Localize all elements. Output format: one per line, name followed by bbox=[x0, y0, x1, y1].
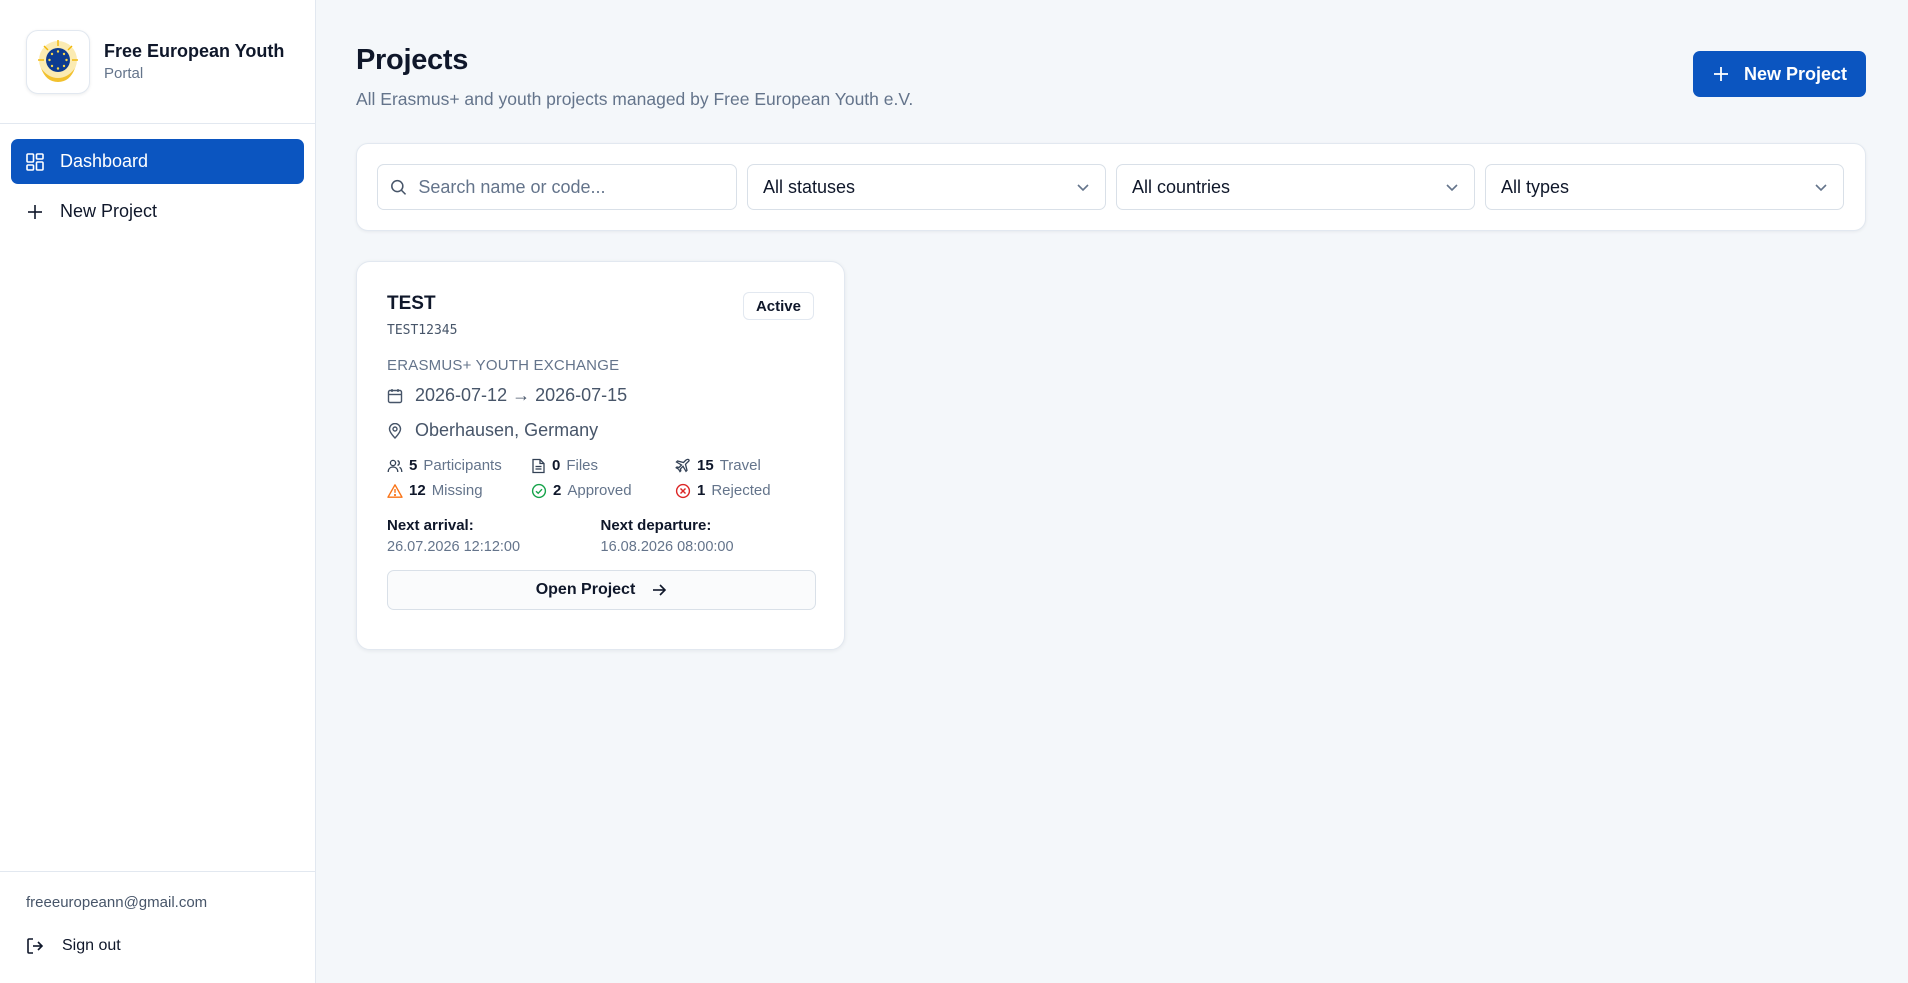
chevron-down-icon bbox=[1815, 184, 1827, 192]
stat-missing: 12 Missing bbox=[387, 482, 531, 499]
rejected-label: Rejected bbox=[711, 482, 771, 499]
search-icon bbox=[391, 179, 407, 195]
page-subtitle: All Erasmus+ and youth projects managed … bbox=[356, 89, 914, 109]
files-count: 0 bbox=[552, 457, 561, 474]
dashboard-grid-icon bbox=[26, 152, 44, 171]
country-select-value: All countries bbox=[1132, 176, 1231, 197]
sidebar-item-label: Dashboard bbox=[60, 151, 149, 171]
next-departure-label: Next departure: bbox=[600, 517, 712, 534]
search-box[interactable] bbox=[377, 164, 737, 210]
new-project-label: New Project bbox=[1743, 63, 1847, 84]
next-travel: Next arrival: 26.07.2026 12:12:00 Next d… bbox=[387, 517, 814, 555]
users-icon bbox=[387, 459, 403, 472]
rejected-count: 1 bbox=[697, 482, 706, 499]
plus-icon bbox=[1713, 67, 1728, 81]
project-code: TEST12345 bbox=[387, 323, 458, 338]
stat-approved: 2 Approved bbox=[531, 482, 675, 499]
eu-logo-icon bbox=[38, 39, 78, 82]
stat-rejected: 1 Rejected bbox=[675, 482, 819, 499]
project-location-row: Oberhausen, Germany bbox=[387, 420, 814, 441]
participants-count: 5 bbox=[409, 457, 418, 474]
map-pin-icon bbox=[388, 422, 402, 439]
travel-label: Travel bbox=[719, 457, 761, 474]
main-content: Projects All Erasmus+ and youth projects… bbox=[316, 0, 1908, 983]
chevron-down-icon bbox=[1077, 184, 1089, 192]
x-circle-icon bbox=[675, 483, 691, 498]
project-type: ERASMUS+ YOUTH EXCHANGE bbox=[387, 357, 620, 374]
next-arrival-value: 26.07.2026 12:12:00 bbox=[387, 539, 521, 555]
user-email: freeeuropeann@gmail.com bbox=[26, 894, 208, 911]
project-dates: 2026-07-12 → 2026-07-15 bbox=[415, 385, 628, 405]
search-input[interactable] bbox=[418, 176, 724, 198]
chevron-down-icon bbox=[1446, 184, 1458, 192]
plane-icon bbox=[675, 458, 690, 473]
country-select[interactable]: All countries bbox=[1116, 164, 1475, 210]
stat-files: 0 Files bbox=[531, 457, 675, 474]
page-title: Projects bbox=[356, 44, 469, 76]
project-dates-row: 2026-07-12 → 2026-07-15 bbox=[387, 385, 814, 406]
filter-bar: All statuses All countries All types bbox=[356, 143, 1866, 231]
sign-out-button[interactable]: Sign out bbox=[26, 937, 289, 955]
participants-label: Participants bbox=[423, 457, 502, 474]
stat-participants: 5 Participants bbox=[387, 457, 531, 474]
status-select-value: All statuses bbox=[763, 176, 856, 197]
page-header: Projects All Erasmus+ and youth projects… bbox=[356, 0, 1866, 110]
sidebar-item-label: New Project bbox=[60, 201, 158, 221]
open-project-button[interactable]: Open Project bbox=[387, 570, 816, 610]
type-select-value: All types bbox=[1501, 176, 1570, 197]
status-badge: Active bbox=[742, 292, 814, 320]
plus-icon bbox=[28, 204, 42, 219]
app-root: Free European Youth Portal Dashboard New… bbox=[0, 0, 1908, 983]
sign-out-label: Sign out bbox=[62, 937, 121, 954]
type-select[interactable]: All types bbox=[1485, 164, 1844, 210]
sidebar-nav: Dashboard New Project bbox=[0, 124, 315, 249]
sidebar-item-dashboard[interactable]: Dashboard bbox=[11, 139, 304, 184]
arrow-right-icon bbox=[653, 584, 667, 596]
new-project-button[interactable]: New Project bbox=[1692, 51, 1866, 97]
status-select[interactable]: All statuses bbox=[747, 164, 1106, 210]
sidebar: Free European Youth Portal Dashboard New… bbox=[0, 0, 316, 983]
approved-label: Approved bbox=[567, 482, 632, 499]
project-stats: 5 Participants 0 Files 15 Travel 12 Miss… bbox=[387, 457, 814, 499]
project-card: TEST TEST12345 Active ERASMUS+ YOUTH EXC… bbox=[356, 261, 845, 650]
log-out-icon bbox=[27, 938, 44, 954]
brand-subtitle: Portal bbox=[104, 65, 144, 82]
project-location: Oberhausen, Germany bbox=[415, 420, 599, 440]
brand-name: Free European Youth bbox=[104, 41, 285, 61]
missing-count: 12 bbox=[409, 482, 426, 499]
stat-travel: 15 Travel bbox=[675, 457, 819, 474]
sidebar-item-new-project[interactable]: New Project bbox=[11, 189, 304, 234]
check-circle-icon bbox=[531, 483, 547, 498]
files-label: Files bbox=[566, 457, 599, 474]
next-arrival-label: Next arrival: bbox=[387, 517, 474, 534]
approved-count: 2 bbox=[553, 482, 562, 499]
missing-label: Missing bbox=[431, 482, 483, 499]
travel-count: 15 bbox=[697, 457, 714, 474]
calendar-icon bbox=[387, 388, 403, 403]
sidebar-footer: freeeuropeann@gmail.com Sign out bbox=[0, 871, 315, 983]
brand-header: Free European Youth Portal bbox=[0, 0, 315, 124]
open-project-label: Open Project bbox=[535, 581, 636, 598]
warning-triangle-icon bbox=[387, 483, 403, 498]
next-arrival: Next arrival: 26.07.2026 12:12:00 bbox=[387, 517, 601, 555]
next-departure: Next departure: 16.08.2026 08:00:00 bbox=[601, 517, 815, 555]
next-departure-value: 16.08.2026 08:00:00 bbox=[600, 539, 734, 555]
brand-logo bbox=[26, 29, 90, 94]
file-icon bbox=[532, 458, 545, 473]
